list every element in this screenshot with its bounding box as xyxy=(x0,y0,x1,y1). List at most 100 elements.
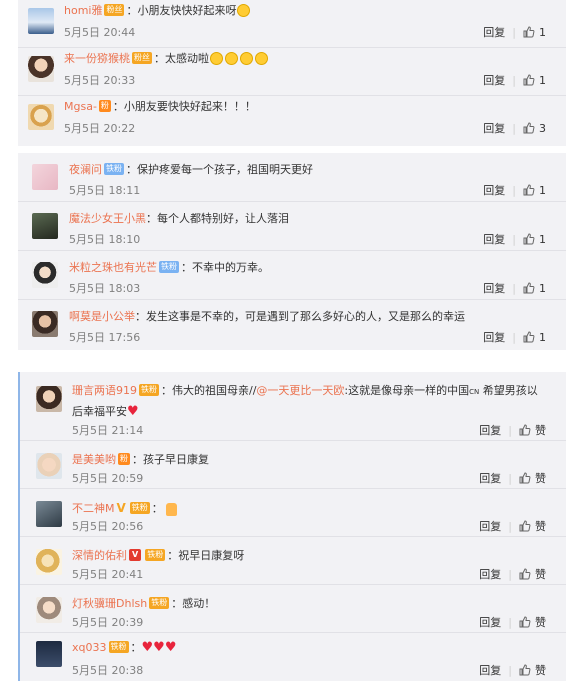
colon: ： xyxy=(171,597,183,610)
avatar[interactable] xyxy=(32,262,58,288)
divider: | xyxy=(508,472,512,485)
avatar[interactable] xyxy=(36,453,62,479)
avatar[interactable] xyxy=(28,8,54,34)
divider: | xyxy=(508,520,512,533)
comment-time: 5月5日 17:56 xyxy=(69,331,141,344)
comment-text: 保护疼爱每一个孩子，祖国明天更好 xyxy=(137,163,313,176)
reply-button[interactable]: 回复 xyxy=(479,472,501,485)
comment-time: 5月5日 20:59 xyxy=(72,472,144,485)
reply-button[interactable]: 回复 xyxy=(479,520,501,533)
comment-item: 夜澜问 铁粉 ：保护疼爱每一个孩子，祖国明天更好 5月5日 18:11 回复 | 1 xyxy=(18,153,566,202)
comment-text: 孩子早日康复 xyxy=(143,453,209,466)
username-link[interactable]: Mgsa- xyxy=(64,100,97,113)
comment-time: 5月5日 18:10 xyxy=(69,233,141,246)
like-button[interactable]: 赞 xyxy=(519,424,546,437)
verified-badge[interactable]: V xyxy=(117,501,126,515)
avatar[interactable] xyxy=(36,641,62,667)
divider: | xyxy=(512,26,516,39)
username-link[interactable]: 珊言两语919 xyxy=(72,384,137,397)
username-link[interactable]: 深情的佑利 xyxy=(72,549,127,562)
thumb-up-icon xyxy=(523,122,535,134)
avatar[interactable] xyxy=(36,597,62,623)
iron-fan-badge[interactable]: 铁粉 xyxy=(159,261,179,273)
reply-button[interactable]: 回复 xyxy=(479,664,501,677)
cn-tag: CN xyxy=(469,388,480,396)
username-link[interactable]: 灯秋骥珊Dhlsh xyxy=(72,597,147,610)
crying-face-icon xyxy=(255,51,268,65)
fan-badge[interactable]: 粉 xyxy=(118,453,130,465)
iron-fan-badge[interactable]: 铁粉 xyxy=(129,502,150,514)
like-button[interactable]: 赞 xyxy=(519,616,546,629)
like-button[interactable]: 1 xyxy=(523,74,546,87)
reply-button[interactable]: 回复 xyxy=(483,282,505,295)
like-button[interactable]: 赞 xyxy=(519,472,546,485)
fan-badge[interactable]: 粉丝 xyxy=(132,52,152,64)
like-count: 1 xyxy=(539,26,546,39)
avatar[interactable] xyxy=(32,164,58,190)
thumb-up-icon xyxy=(519,424,531,436)
reply-button[interactable]: 回复 xyxy=(483,74,505,87)
colon: ： xyxy=(161,384,172,397)
iron-fan-badge[interactable]: 铁粉 xyxy=(139,384,159,396)
like-button[interactable]: 赞 xyxy=(519,520,546,533)
comment-item: 灯秋骥珊Dhlsh 铁粉 ：感动！ 5月5日 20:39 回复 | 赞 xyxy=(20,585,566,633)
fan-badge[interactable]: 粉 xyxy=(98,100,111,112)
reply-button[interactable]: 回复 xyxy=(483,26,505,39)
thumb-up-icon xyxy=(519,664,531,676)
like-count: 3 xyxy=(539,122,546,135)
like-button[interactable]: 1 xyxy=(523,233,546,246)
colon: ： xyxy=(167,549,179,562)
mention-link[interactable]: @一天更比一天欧 xyxy=(256,384,344,397)
username-link[interactable]: 来一份猕猴桃 xyxy=(64,52,130,65)
reply-button[interactable]: 回复 xyxy=(483,184,505,197)
username-link[interactable]: homi雅 xyxy=(64,4,102,17)
avatar[interactable] xyxy=(28,104,54,130)
reply-button[interactable]: 回复 xyxy=(479,616,501,629)
username-link[interactable]: 米粒之珠也有光芒 xyxy=(69,261,157,274)
iron-fan-badge[interactable]: 铁粉 xyxy=(149,597,170,609)
like-button[interactable]: 1 xyxy=(523,282,546,295)
username-link[interactable]: 夜澜问 xyxy=(69,163,102,176)
iron-fan-badge[interactable]: 铁粉 xyxy=(104,163,124,175)
username-link[interactable]: 不二神M xyxy=(72,502,115,515)
thumbs-up-emoji-icon xyxy=(165,502,177,516)
reply-button[interactable]: 回复 xyxy=(479,424,501,437)
avatar[interactable] xyxy=(28,56,54,82)
iron-fan-badge[interactable]: 铁粉 xyxy=(145,549,166,561)
comment-item: Mgsa- 粉：小朋友要快快好起来！！！ 5月5日 20:22 回复 | 3 xyxy=(18,96,566,146)
divider: | xyxy=(512,122,516,135)
avatar[interactable] xyxy=(32,311,58,337)
username-link[interactable]: 啊莫是小公举 xyxy=(69,310,135,323)
like-button[interactable]: 1 xyxy=(523,26,546,39)
reply-button[interactable]: 回复 xyxy=(483,122,505,135)
vip-badge[interactable]: V xyxy=(129,549,142,561)
like-button[interactable]: 赞 xyxy=(519,664,546,677)
comment-text: 祝早日康复呀 xyxy=(178,549,245,562)
username-link[interactable]: 是美美哟 xyxy=(72,453,116,466)
like-label: 赞 xyxy=(535,616,546,629)
iron-fan-badge[interactable]: 铁粉 xyxy=(108,641,129,653)
like-button[interactable]: 赞 xyxy=(519,568,546,581)
like-count: 1 xyxy=(539,282,546,295)
like-button[interactable]: 1 xyxy=(523,331,546,344)
username-link[interactable]: xq033 xyxy=(72,641,107,654)
divider: | xyxy=(508,616,512,629)
username-link[interactable]: 魔法少女王小黑 xyxy=(69,212,146,225)
avatar[interactable] xyxy=(36,386,62,412)
like-button[interactable]: 1 xyxy=(523,184,546,197)
reply-button[interactable]: 回复 xyxy=(479,568,501,581)
comment-item: homi雅 粉丝 ：小朋友快快好起来呀 5月5日 20:44 回复 | 1 xyxy=(18,0,566,48)
reply-button[interactable]: 回复 xyxy=(483,331,505,344)
divider: | xyxy=(512,184,516,197)
avatar[interactable] xyxy=(36,501,62,527)
avatar[interactable] xyxy=(36,549,62,575)
like-label: 赞 xyxy=(535,424,546,437)
reply-button[interactable]: 回复 xyxy=(483,233,505,246)
comment-text-cont: :这就是像母亲一样的中国 xyxy=(344,384,470,397)
crying-face-icon xyxy=(225,51,238,65)
fan-badge[interactable]: 粉丝 xyxy=(104,4,125,16)
colon: ： xyxy=(130,641,142,654)
avatar[interactable] xyxy=(32,213,58,239)
comment-time: 5月5日 20:33 xyxy=(64,74,136,87)
like-button[interactable]: 3 xyxy=(523,122,546,135)
